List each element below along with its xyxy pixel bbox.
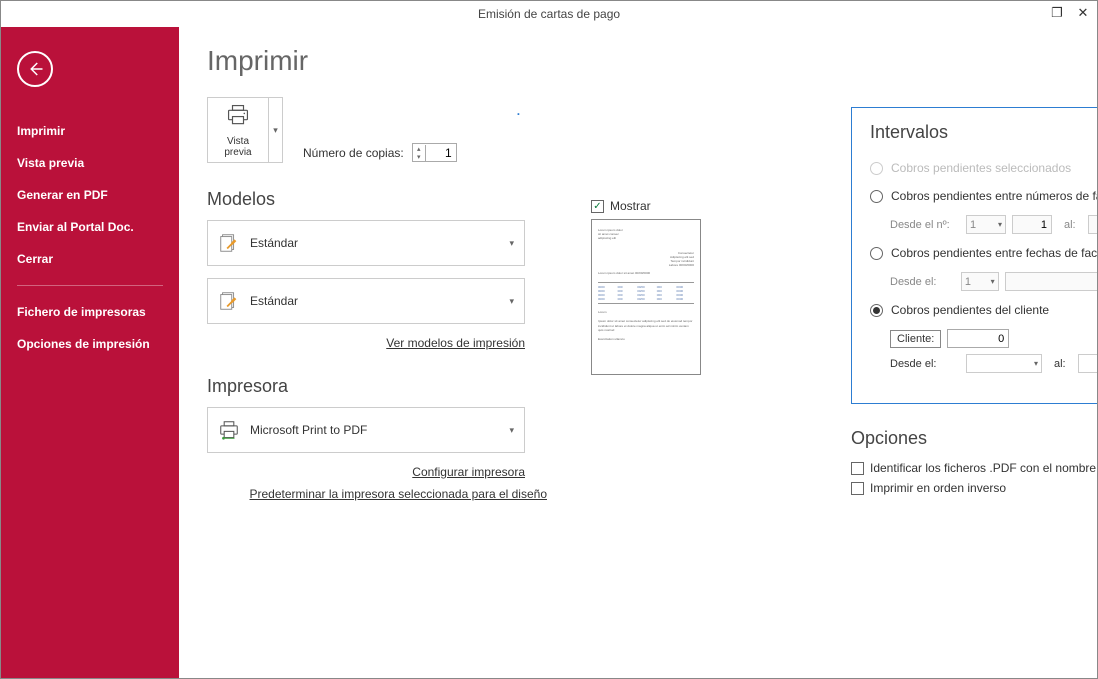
radio-seleccionados-label: Cobros pendientes seleccionados (891, 161, 1071, 175)
sidebar: Imprimir Vista previa Generar en PDF Env… (1, 27, 179, 678)
impresora-combo-label: Microsoft Print to PDF (250, 423, 509, 437)
copies-input[interactable] (426, 144, 456, 161)
page-title: Imprimir (207, 45, 1067, 77)
desde-fecha-label: Desde el: (890, 276, 955, 288)
sidebar-item-fichero-impresoras[interactable]: Fichero de impresoras (1, 296, 179, 328)
sidebar-separator (17, 285, 163, 286)
radio-entre-fechas-label: Cobros pendientes entre fechas de factur… (891, 246, 1097, 260)
hasta-n-input[interactable] (1088, 215, 1097, 234)
orden-inverso-label: Imprimir en orden inverso (870, 481, 1006, 495)
mostrar-label: Mostrar (610, 199, 651, 213)
printer-icon (218, 419, 240, 441)
intervalos-panel: Intervalos Cobros pendientes seleccionad… (851, 107, 1097, 404)
document-icon (218, 232, 240, 254)
modelo-combo-1-label: Estándar (250, 236, 509, 250)
sidebar-item-imprimir[interactable]: Imprimir (1, 115, 179, 147)
ver-modelos-link[interactable]: Ver modelos de impresión (207, 336, 525, 350)
titlebar: Emisión de cartas de pago ❐ ✕ (1, 1, 1097, 27)
radio-entre-numeros-label: Cobros pendientes entre números de factu… (891, 189, 1097, 203)
chevron-down-icon: ▾ (509, 238, 514, 249)
maximize-button[interactable]: ❐ (1049, 5, 1065, 21)
sidebar-item-opciones-impresion[interactable]: Opciones de impresión (1, 328, 179, 360)
copies-label: Número de copias: (303, 146, 404, 160)
chevron-down-icon: ▾ (509, 296, 514, 307)
vista-previa-box: Vista previa ▾ (207, 97, 283, 163)
radio-del-cliente[interactable] (870, 304, 883, 317)
identificar-pdf-label: Identificar los ficheros .PDF con el nom… (870, 461, 1097, 475)
radio-seleccionados (870, 162, 883, 175)
chevron-down-icon: ▾ (509, 425, 514, 436)
window-title: Emisión de cartas de pago (478, 7, 620, 21)
desde-cliente-date[interactable]: ▾ (966, 354, 1042, 373)
predeterminar-impresora-link[interactable]: Predeterminar la impresora seleccionada … (207, 487, 547, 501)
sidebar-item-generar-pdf[interactable]: Generar en PDF (1, 179, 179, 211)
vista-previa-button[interactable]: Vista previa (208, 98, 268, 162)
document-icon (218, 290, 240, 312)
al-cliente-label: al: (1054, 358, 1066, 370)
desde-fecha-date[interactable]: ▾ (1005, 272, 1097, 291)
back-button[interactable] (17, 51, 53, 87)
vista-previa-dropdown[interactable]: ▾ (268, 98, 282, 162)
mostrar-checkbox[interactable]: ✓ (591, 200, 604, 213)
modelo-combo-2[interactable]: Estándar ▾ (207, 278, 525, 324)
sidebar-item-enviar-portal[interactable]: Enviar al Portal Doc. (1, 211, 179, 243)
close-button[interactable]: ✕ (1075, 5, 1091, 21)
desde-n-series[interactable]: 1▾ (966, 215, 1006, 234)
modelos-header: Modelos (207, 189, 547, 210)
al-label: al: (1064, 219, 1076, 231)
sidebar-item-cerrar[interactable]: Cerrar (1, 243, 179, 275)
impresora-header: Impresora (207, 376, 547, 397)
arrow-left-icon (26, 60, 44, 78)
radio-del-cliente-label: Cobros pendientes del cliente (891, 303, 1049, 317)
printer-icon (212, 104, 264, 132)
preview-thumbnail[interactable]: Lorem ipsum dolorsit amet consecadipisci… (591, 219, 701, 375)
radio-entre-numeros[interactable] (870, 190, 883, 203)
modelo-combo-1[interactable]: Estándar ▾ (207, 220, 525, 266)
impresora-combo[interactable]: Microsoft Print to PDF ▾ (207, 407, 525, 453)
sidebar-item-vista-previa[interactable]: Vista previa (1, 147, 179, 179)
hasta-cliente-date[interactable]: ▾ (1078, 354, 1097, 373)
configurar-impresora-link[interactable]: Configurar impresora (207, 465, 525, 479)
content: Imprimir Vista previa ▾ Número de copias… (179, 27, 1097, 678)
copies-down[interactable]: ▾ (413, 153, 425, 161)
desde-n-input[interactable] (1012, 215, 1052, 234)
copies-up[interactable]: ▴ (413, 145, 425, 153)
identificar-pdf-checkbox[interactable] (851, 462, 864, 475)
loading-dot: · (517, 107, 527, 117)
cliente-input[interactable] (947, 329, 1009, 348)
copies-spinner: ▴ ▾ (412, 143, 457, 162)
desde-cliente-label: Desde el: (890, 358, 960, 370)
radio-entre-fechas[interactable] (870, 247, 883, 260)
cliente-label: Cliente: (890, 330, 941, 348)
desde-fecha-series[interactable]: 1▾ (961, 272, 999, 291)
vista-previa-label: Vista previa (212, 136, 264, 158)
orden-inverso-checkbox[interactable] (851, 482, 864, 495)
opciones-header: Opciones (851, 428, 1097, 449)
modelo-combo-2-label: Estándar (250, 294, 509, 308)
intervalos-header: Intervalos (870, 122, 1097, 143)
copies-row: Número de copias: ▴ ▾ (303, 143, 457, 162)
desde-n-label: Desde el nº: (890, 219, 960, 231)
